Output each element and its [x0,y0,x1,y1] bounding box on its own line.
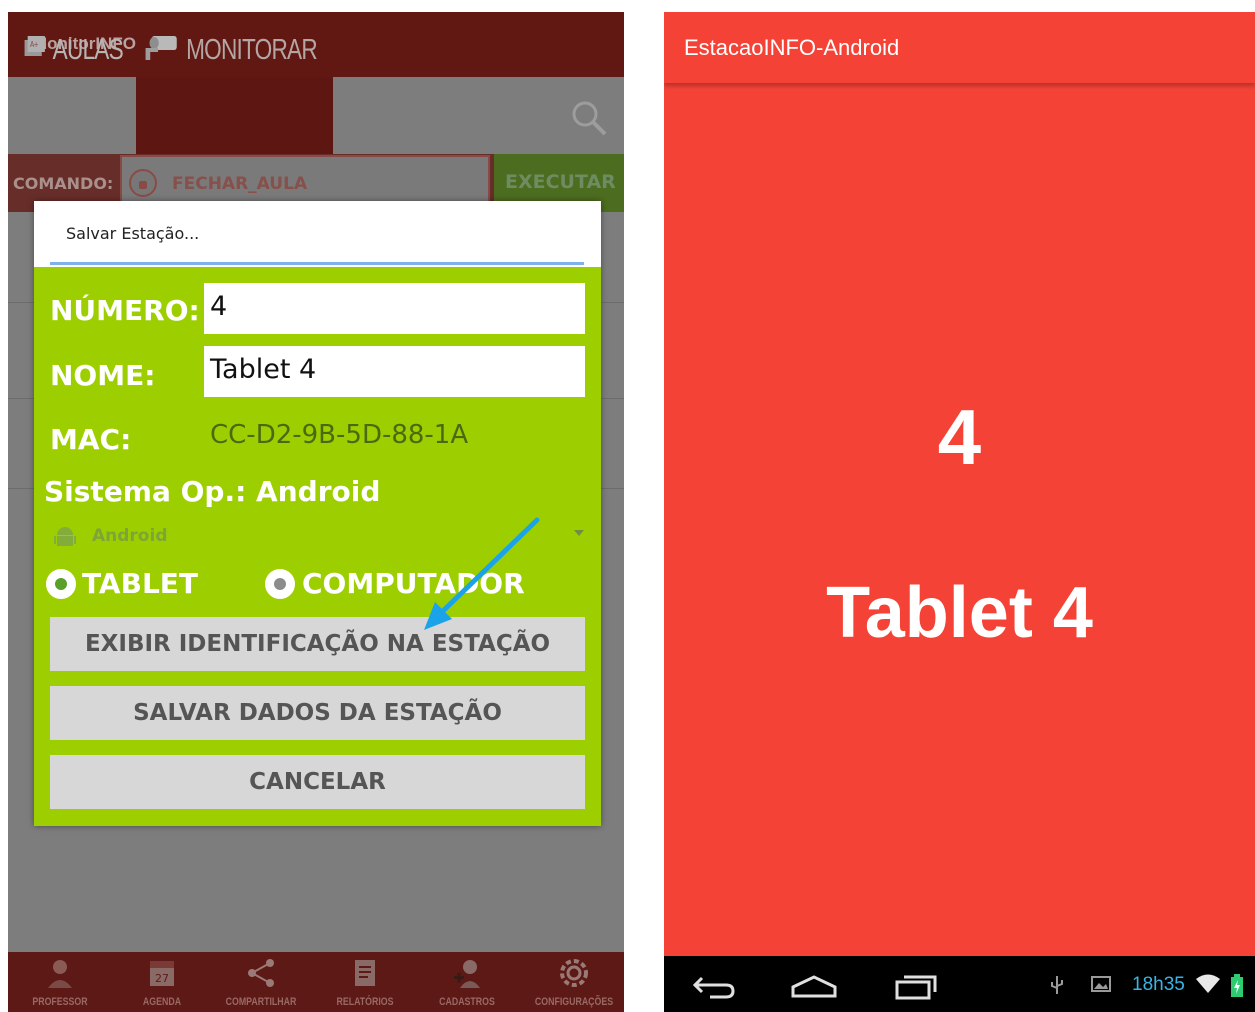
nav-relatorios-label: RELATÓRIOS [336,996,394,1008]
battery-icon [1230,974,1244,1002]
dialog-header: Salvar Estação... [34,201,601,267]
share-icon [246,958,276,988]
tab-monitorar-label: MONITORAR [186,34,318,66]
calendar-day: 27 [155,972,169,985]
show-identification-button[interactable]: EXIBIR IDENTIFICAÇÃO NA ESTAÇÃO [50,617,585,671]
radio-tablet[interactable] [46,569,76,599]
dropdown-caret-icon [574,530,584,536]
camera-icon [144,32,180,70]
screenshot-composite: MonitorINFO A+ AULAS MONITORAR COMANDO: … [0,0,1255,1012]
nav-professor-label: PROFESSOR [32,996,88,1008]
tab-aulas[interactable]: A+ AULAS [23,12,124,89]
classes-icon: A+ [23,34,46,68]
nav-compartilhar-label: COMPARTILHAR [225,996,297,1008]
search-icon[interactable] [570,99,608,137]
status-clock: 18h35 [1132,974,1185,995]
report-icon [350,958,380,988]
teacher-icon [45,958,75,988]
nome-input[interactable]: Tablet 4 [204,346,585,397]
app-bar: EstacaoINFO-Android [664,12,1255,83]
nav-configuracoes-label: CONFIGURAÇÕES [534,996,614,1008]
save-station-dialog: Salvar Estação... NÚMERO: 4 NOME: Tablet… [34,201,601,826]
dialog-title: Salvar Estação... [66,224,200,243]
radio-computador[interactable] [265,569,295,599]
app-title: EstacaoINFO-Android [684,35,900,60]
gear-icon [559,958,589,988]
svg-text:A+: A+ [30,39,39,49]
radio-tablet-label: TABLET [82,567,199,600]
calendar-icon: 27 [147,958,177,988]
cancel-button[interactable]: CANCELAR [50,755,585,809]
estacaoinfo-screen: EstacaoINFO-Android 4 Tablet 4 18h35 [664,12,1255,1012]
nav-cadastros-label: CADASTROS [439,996,495,1008]
os-label: Sistema Op.: Android [44,475,381,508]
lock-icon [129,169,157,197]
nav-configuracoes[interactable]: CONFIGURAÇÕES [524,952,624,1012]
android-icon [54,525,76,549]
nav-compartilhar[interactable]: COMPARTILHAR [211,952,311,1012]
station-number: 4 [937,393,982,481]
tab-monitorar[interactable]: MONITORAR [144,12,318,89]
image-notification-icon [1091,974,1111,998]
back-icon[interactable] [692,974,736,1004]
os-select-value: Android [92,526,168,546]
dialog-title-divider [50,262,584,265]
command-label: COMANDO: [13,174,114,193]
recent-apps-icon[interactable] [894,974,938,1004]
radio-computador-label: COMPUTADOR [302,567,525,600]
nav-professor[interactable]: PROFESSOR [10,952,110,1012]
numero-input[interactable]: 4 [204,283,585,334]
nav-agenda[interactable]: 27 AGENDA [112,952,212,1012]
nav-cadastros[interactable]: CADASTROS [417,952,517,1012]
numero-label: NÚMERO: [50,294,200,327]
save-station-button[interactable]: SALVAR DADOS DA ESTAÇÃO [50,686,585,740]
add-user-icon [452,958,482,988]
wifi-icon [1196,974,1220,998]
usb-icon [1050,974,1064,1000]
monitorinfo-screen: MonitorINFO A+ AULAS MONITORAR COMANDO: … [8,12,624,1012]
nome-label: NOME: [50,359,156,392]
nav-relatorios[interactable]: RELATÓRIOS [315,952,415,1012]
mac-label: MAC: [50,423,132,456]
command-value: FECHAR_AULA [172,174,308,194]
home-icon[interactable] [790,974,838,1004]
execute-button-label: EXECUTAR [505,171,616,193]
nav-agenda-label: AGENDA [142,996,182,1008]
tab-aulas-label: AULAS [52,34,124,66]
station-name: Tablet 4 [826,573,1093,653]
mac-value: CC-D2-9B-5D-88-1A [210,420,469,450]
